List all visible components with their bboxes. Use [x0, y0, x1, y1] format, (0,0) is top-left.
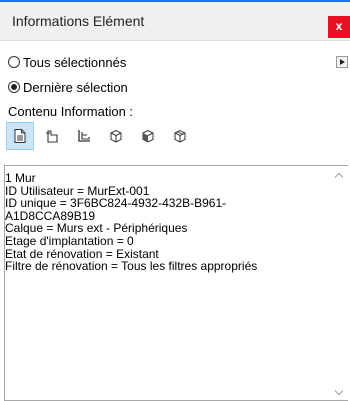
- vertical-scrollbar[interactable]: [331, 166, 348, 400]
- 3d-box-filled-icon[interactable]: [134, 122, 162, 150]
- plan-element-icon[interactable]: [38, 122, 66, 150]
- info-line: 1 Mur: [5, 171, 36, 185]
- radio-button-unchecked[interactable]: [8, 56, 20, 68]
- expand-arrow-button[interactable]: [336, 56, 348, 68]
- content-info-label: Contenu Information :: [8, 104, 134, 119]
- radio-label: Tous sélectionnés: [23, 54, 127, 70]
- radio-all-selected[interactable]: Tous sélectionnés: [8, 53, 126, 71]
- radio-last-selection[interactable]: Dernière sélection: [8, 78, 128, 96]
- info-line: Etage d'implantation = 0: [5, 233, 134, 248]
- palette-title: Informations Elément: [12, 13, 145, 29]
- info-line: ID unique = 3F6BC824-4932-432B-B961-: [5, 196, 227, 211]
- info-text: 1 Mur ID Utilisateur = MurExt-001 ID uni…: [5, 172, 319, 273]
- element-info-panel[interactable]: 1 Mur ID Utilisateur = MurExt-001 ID uni…: [4, 165, 348, 401]
- info-line: Filtre de rénovation = Tous les filtres …: [5, 259, 258, 274]
- close-button[interactable]: x: [328, 16, 350, 38]
- scroll-down-icon[interactable]: [335, 388, 343, 396]
- document-icon[interactable]: [6, 122, 34, 150]
- section-element-icon[interactable]: [70, 122, 98, 150]
- info-type-toolbar: [6, 122, 198, 152]
- 3d-box-icon[interactable]: [102, 122, 130, 150]
- 3d-box-open-icon[interactable]: [166, 122, 194, 150]
- scroll-up-icon[interactable]: [335, 171, 343, 179]
- radio-label: Dernière sélection: [23, 79, 128, 95]
- palette-titlebar[interactable]: Informations Elément: [0, 2, 350, 41]
- radio-button-checked[interactable]: [8, 81, 20, 93]
